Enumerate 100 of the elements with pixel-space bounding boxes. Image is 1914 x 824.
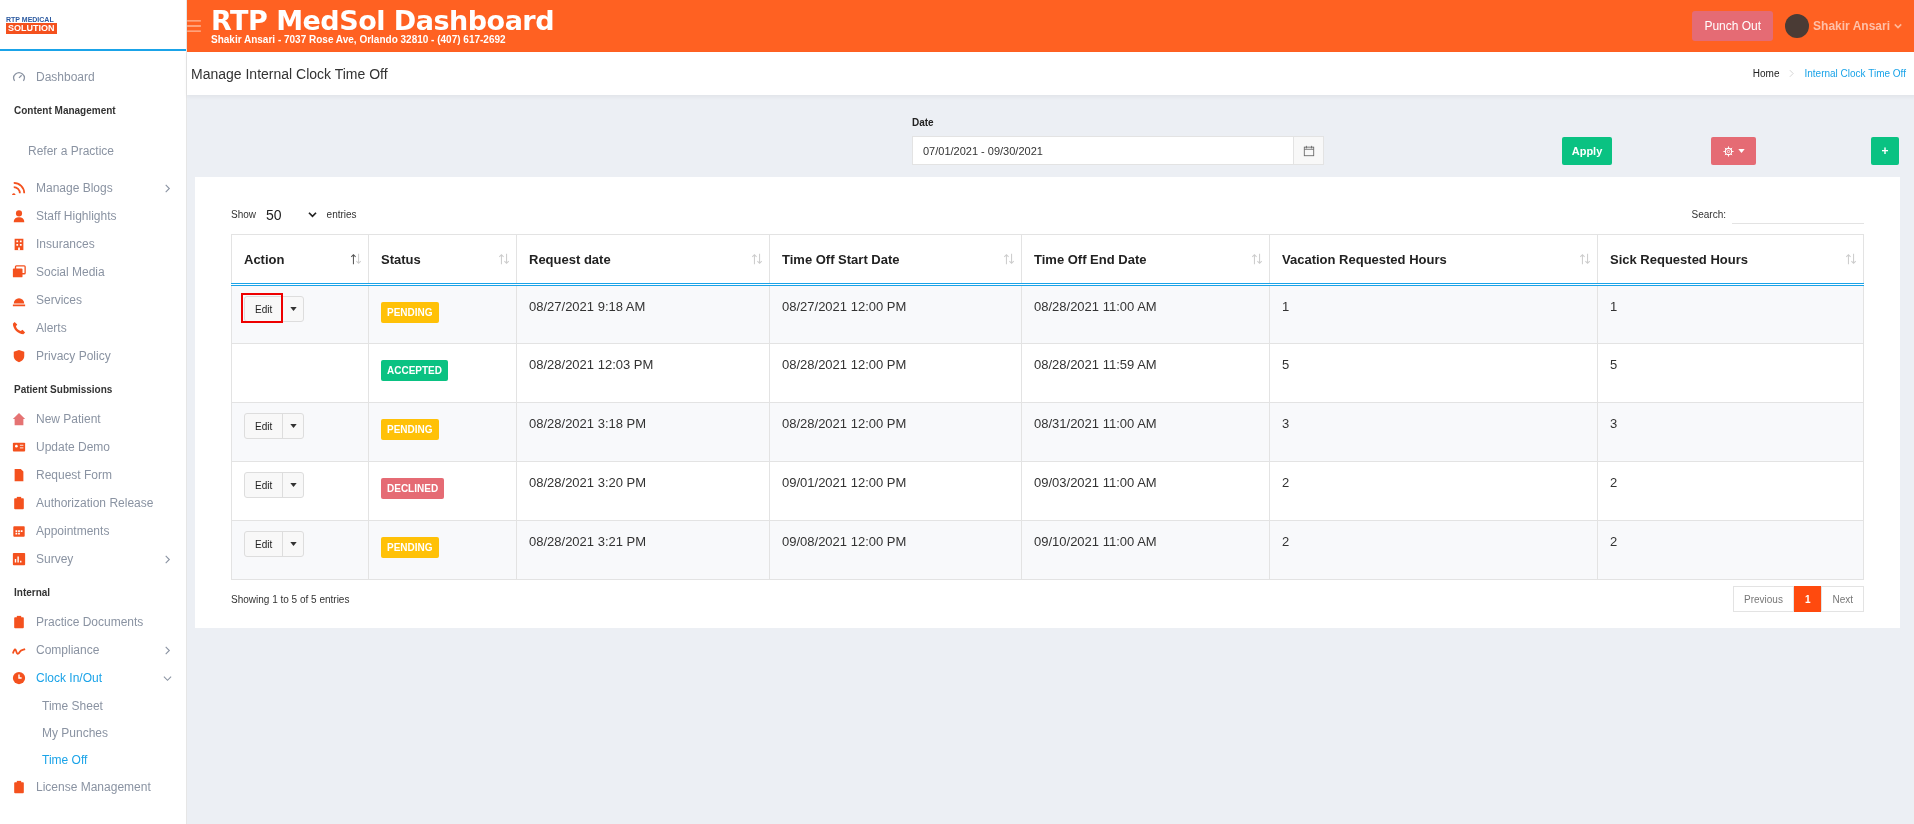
sidebar-item[interactable]: Privacy Policy xyxy=(0,342,186,370)
punch-out-button[interactable]: Punch Out xyxy=(1692,11,1774,41)
table-cell: 09/10/2021 11:00 AM xyxy=(1034,534,1157,549)
sidebar-item[interactable]: License Management xyxy=(0,773,186,801)
chevron-icon xyxy=(163,183,172,193)
entries-info: Showing 1 to 5 of 5 entries xyxy=(231,593,350,605)
sidebar-item[interactable]: Survey xyxy=(0,545,186,573)
house-icon xyxy=(12,412,26,426)
sidebar-section-title: Internal xyxy=(13,586,52,600)
sidebar-item[interactable]: Update Demo xyxy=(0,433,186,461)
table-cell: 1 xyxy=(1610,299,1618,314)
clipboard-icon xyxy=(12,615,26,629)
bar-chart-icon xyxy=(12,552,26,566)
sidebar-item[interactable]: Compliance xyxy=(0,636,186,664)
breadcrumb-link[interactable]: Home xyxy=(1752,68,1780,79)
table-cell: 09/01/2021 12:00 PM xyxy=(782,475,907,490)
table-cell: 2 xyxy=(1282,534,1290,549)
id-card-icon xyxy=(12,440,26,454)
sidebar-subitem[interactable]: Time Sheet xyxy=(0,692,186,719)
table-cell: 08/28/2021 3:18 PM xyxy=(529,416,647,431)
table-cell: 5 xyxy=(1282,357,1290,372)
pagination-button[interactable]: Next xyxy=(1821,586,1864,612)
sidebar-item[interactable]: Staff Highlights xyxy=(0,202,186,230)
status-badge: ACCEPTED xyxy=(381,360,448,381)
practice-address: Shakir Ansari - 7037 Rose Ave, Orlando 32810 - (407) 617-2692 xyxy=(211,34,507,45)
settings-dropdown-button[interactable] xyxy=(1711,137,1756,165)
table-cell: 08/28/2021 3:21 PM xyxy=(529,534,647,549)
page-size-select[interactable]: 50 xyxy=(262,206,321,223)
sidebar-item[interactable]: Alerts xyxy=(0,314,186,342)
caret-icon xyxy=(1737,149,1745,153)
show-label: Show xyxy=(231,209,256,220)
clipboard-icon xyxy=(12,496,26,510)
caret-icon xyxy=(289,307,297,311)
sidebar-item[interactable]: New Patient xyxy=(0,405,186,433)
chevron-icon xyxy=(163,554,172,564)
shield-icon xyxy=(12,349,26,363)
gauge-icon xyxy=(12,70,26,84)
apply-button[interactable]: Apply xyxy=(1562,137,1612,165)
table-cell: 2 xyxy=(1610,534,1618,549)
app-title: RTP MedSol Dashboard xyxy=(211,7,555,34)
table-cell: 1 xyxy=(1282,299,1290,314)
table-cell: 08/27/2021 12:00 PM xyxy=(782,299,907,314)
table-cell: 08/27/2021 9:18 AM xyxy=(529,299,646,314)
user-name[interactable]: Shakir Ansari xyxy=(1813,19,1890,33)
chevron-icon xyxy=(1789,69,1795,78)
status-badge: PENDING xyxy=(381,537,439,558)
table-cell: 08/31/2021 11:00 AM xyxy=(1034,416,1157,431)
table-cell: 08/28/2021 11:59 AM xyxy=(1034,357,1157,372)
pagination-button[interactable]: Previous xyxy=(1732,586,1794,612)
date-range-field[interactable]: 07/01/2021 - 09/30/2021 xyxy=(912,136,1324,165)
document-icon xyxy=(12,468,26,482)
building-icon xyxy=(12,237,26,251)
breadcrumb-link[interactable]: Internal Clock Time Off xyxy=(1804,68,1906,79)
table-cell: 08/28/2021 12:03 PM xyxy=(529,357,654,372)
status-badge: PENDING xyxy=(381,302,439,323)
sidebar-item[interactable]: Dashboard xyxy=(0,63,186,91)
clipboard-icon xyxy=(12,780,26,794)
person-icon xyxy=(12,209,26,223)
sidebar-item[interactable]: Refer a Practice xyxy=(0,134,186,168)
table-cell: 08/28/2021 12:00 PM xyxy=(782,357,907,372)
sidebar-section-title: Patient Submissions xyxy=(13,383,114,397)
pagination-button[interactable]: 1 xyxy=(1793,586,1822,612)
sidebar-item[interactable]: Appointments xyxy=(0,517,186,545)
add-button[interactable]: + xyxy=(1871,137,1899,165)
settings-icon xyxy=(1722,145,1734,157)
sidebar-item[interactable]: Authorization Release xyxy=(0,489,186,517)
calendar-icon xyxy=(12,524,26,538)
table-cell: 09/08/2021 12:00 PM xyxy=(782,534,907,549)
calendar-icon[interactable] xyxy=(1302,144,1315,157)
field-label: Date xyxy=(912,117,935,128)
caret-icon xyxy=(289,424,297,428)
table-cell: 3 xyxy=(1610,416,1618,431)
status-badge: DECLINED xyxy=(381,478,445,499)
caret-icon xyxy=(289,542,297,546)
phone-icon xyxy=(12,321,26,335)
table-cell: 08/28/2021 12:00 PM xyxy=(782,416,907,431)
sidebar-subitem[interactable]: My Punches xyxy=(0,719,186,746)
sidebar-item[interactable]: Clock In/Out xyxy=(0,664,186,692)
table-cell: 3 xyxy=(1282,416,1290,431)
sidebar-section-title: Content Management xyxy=(13,104,117,118)
table-cell: 2 xyxy=(1610,475,1618,490)
status-badge: PENDING xyxy=(381,419,439,440)
avatar[interactable] xyxy=(1785,14,1810,38)
search-label: Search: xyxy=(1691,209,1726,220)
page-title: Manage Internal Clock Time Off xyxy=(191,65,388,82)
sidebar-item[interactable]: Insurances xyxy=(0,230,186,258)
sidebar-item[interactable]: Request Form xyxy=(0,461,186,489)
chevron-icon xyxy=(163,645,172,655)
sidebar-subitem[interactable]: Time Off xyxy=(0,746,186,773)
entries-label: entries xyxy=(326,209,357,220)
caret-icon xyxy=(289,483,297,487)
table-cell: 08/28/2021 11:00 AM xyxy=(1034,299,1157,314)
photos-icon xyxy=(12,265,26,279)
sidebar-item[interactable]: Social Media xyxy=(0,258,186,286)
chevron-icon xyxy=(307,211,317,218)
sidebar-item[interactable]: Practice Documents xyxy=(0,608,186,636)
rss-icon xyxy=(12,181,26,195)
sidebar-item[interactable]: Services xyxy=(0,286,186,314)
sidebar-item[interactable]: Manage Blogs xyxy=(0,174,186,202)
clock-icon xyxy=(12,671,26,685)
